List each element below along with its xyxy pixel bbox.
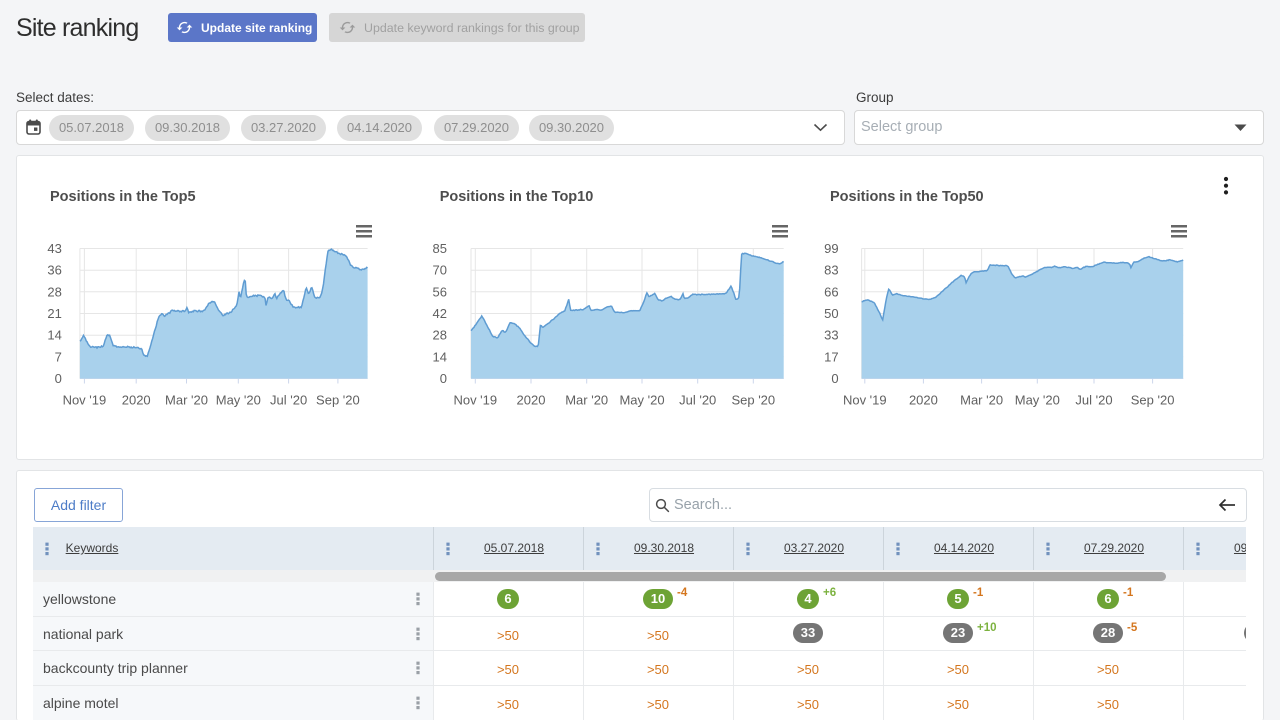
svg-text:42: 42 [433,306,447,321]
svg-text:0: 0 [440,371,447,386]
svg-text:7: 7 [55,349,62,364]
svg-text:May '20: May '20 [619,393,664,408]
svg-text:0: 0 [55,371,62,386]
svg-text:36: 36 [47,263,61,278]
svg-text:43: 43 [47,241,61,256]
svg-text:50: 50 [824,306,838,321]
svg-text:17: 17 [824,349,838,364]
svg-text:28: 28 [433,328,447,343]
svg-text:21: 21 [47,306,61,321]
svg-text:Nov '19: Nov '19 [453,393,497,408]
svg-text:Jul '20: Jul '20 [1075,393,1112,408]
svg-text:85: 85 [433,241,447,256]
svg-text:14: 14 [47,328,61,343]
svg-text:May '20: May '20 [216,393,261,408]
svg-text:Nov '19: Nov '19 [843,393,887,408]
svg-text:0: 0 [831,371,838,386]
svg-text:14: 14 [433,349,447,364]
svg-text:Nov '19: Nov '19 [63,393,107,408]
svg-text:Mar '20: Mar '20 [960,393,1003,408]
svg-text:2020: 2020 [909,393,938,408]
svg-text:56: 56 [433,284,447,299]
svg-text:99: 99 [824,241,838,256]
svg-text:33: 33 [824,328,838,343]
svg-text:2020: 2020 [122,393,151,408]
svg-text:Positions in the Top5: Positions in the Top5 [50,189,196,205]
svg-text:Sep '20: Sep '20 [731,393,775,408]
svg-text:Mar '20: Mar '20 [565,393,608,408]
svg-text:Sep '20: Sep '20 [1131,393,1175,408]
svg-text:Sep '20: Sep '20 [316,393,360,408]
svg-text:Mar '20: Mar '20 [165,393,208,408]
svg-text:Jul '20: Jul '20 [679,393,716,408]
svg-text:2020: 2020 [517,393,546,408]
svg-text:Positions in the Top10: Positions in the Top10 [440,189,594,205]
svg-text:Jul '20: Jul '20 [270,393,307,408]
svg-text:Positions in the Top50: Positions in the Top50 [830,189,984,205]
svg-text:70: 70 [433,263,447,278]
svg-text:28: 28 [47,284,61,299]
svg-text:83: 83 [824,263,838,278]
svg-text:May '20: May '20 [1015,393,1060,408]
svg-text:66: 66 [824,284,838,299]
